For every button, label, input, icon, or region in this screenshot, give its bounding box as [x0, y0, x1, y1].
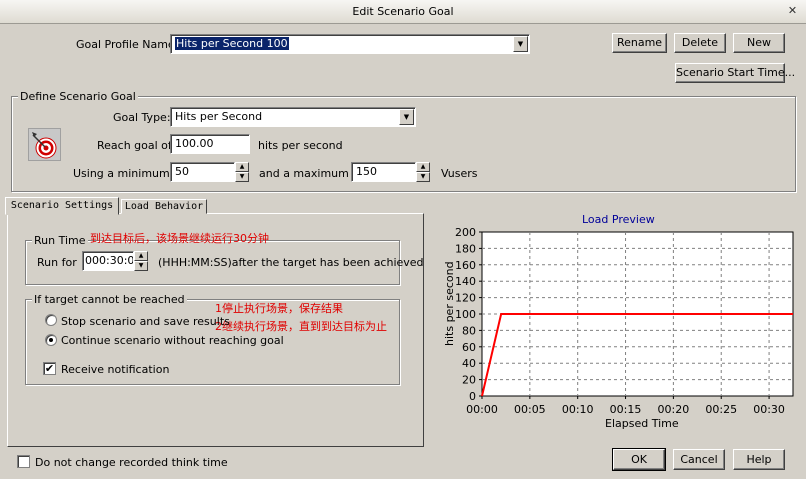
chart-ylabel: hits per second [442, 240, 456, 360]
runtime-annotation: 到达目标后，该场景继续运行30分钟 [90, 232, 269, 245]
target-icon [28, 128, 61, 161]
cancel-button[interactable]: Cancel [673, 449, 725, 470]
help-button[interactable]: Help [733, 449, 785, 470]
chart-y-tick-label: 140 [455, 275, 476, 288]
min-vusers-stepper[interactable]: ▲ ▼ [235, 162, 249, 182]
chart-y-tick-label: 180 [455, 242, 476, 255]
run-for-input[interactable]: 000:30:00 [82, 251, 134, 271]
dont-change-think-time-label: Do not change recorded think time [35, 456, 228, 469]
max-vusers-input[interactable]: 150 [351, 162, 416, 182]
scenario-start-time-button[interactable]: Scenario Start Time... [675, 63, 795, 83]
goal-profile-label: Goal Profile Name: [76, 38, 179, 51]
chart-x-tick-label: 00:05 [514, 403, 546, 416]
chart-y-tick-label: 80 [462, 324, 476, 337]
load-preview-chart: 0 20 40 60 80 100 120 140 160 180 200 00:00 00:05 00:… [455, 226, 794, 416]
chart-y-tick-label: 120 [455, 292, 476, 305]
chart-xlabel: Elapsed Time [605, 417, 679, 430]
rename-button[interactable]: Rename [612, 33, 667, 53]
chart-x-tick-label: 00:15 [610, 403, 642, 416]
goal-type-dropdown[interactable]: Hits per Second ▼ [170, 107, 416, 127]
chart-y-tick-label: 40 [462, 357, 476, 370]
max-vusers-stepper[interactable]: ▲ ▼ [416, 162, 430, 182]
window-title: Edit Scenario Goal [352, 5, 454, 18]
new-button[interactable]: New [733, 33, 785, 53]
close-icon[interactable]: ✕ [785, 4, 800, 19]
reach-goal-unit: hits per second [258, 139, 343, 152]
receive-notification-label: Receive notification [61, 363, 170, 376]
chart-x-tick-label: 00:30 [753, 403, 785, 416]
target-unreached-title: If target cannot be reached [32, 293, 187, 306]
chart-x-tick-label: 00:20 [658, 403, 690, 416]
chart-y-tick-label: 0 [469, 390, 476, 403]
tab-scenario-settings[interactable]: Scenario Settings [5, 197, 119, 215]
stop-scenario-label: Stop scenario and save results [61, 315, 230, 328]
chart-y-tick-label: 20 [462, 374, 476, 387]
stop-scenario-radio[interactable] [45, 314, 57, 326]
delete-button[interactable]: Delete [674, 33, 726, 53]
dont-change-think-time-checkbox[interactable] [17, 455, 30, 468]
min-vusers-label: Using a minimum of [73, 167, 184, 180]
reach-goal-label: Reach goal of [97, 139, 172, 152]
vusers-label: Vusers [441, 167, 478, 180]
run-for-stepper[interactable]: ▲ ▼ [134, 251, 148, 271]
chart-x-tick-label: 00:25 [705, 403, 737, 416]
chevron-down-icon[interactable]: ▼ [513, 36, 528, 52]
chart-y-tick-label: 160 [455, 259, 476, 272]
goal-type-value: Hits per Second [175, 110, 263, 123]
run-for-format: (HHH:MM:SS)after the target has been ach… [158, 256, 424, 269]
option2-annotation: 2继续执行场景，直到到达目标为止 [215, 320, 387, 333]
reach-goal-input[interactable]: 100.00 [170, 134, 250, 154]
chart-x-tick-label: 00:10 [562, 403, 594, 416]
chart-y-tick-label: 100 [455, 308, 476, 321]
goal-profile-value: Hits per Second 100 [175, 37, 289, 50]
goal-type-label: Goal Type: [113, 111, 171, 124]
chart-y-tick-label: 60 [462, 341, 476, 354]
continue-scenario-radio[interactable] [45, 334, 57, 346]
run-for-label: Run for [37, 256, 77, 269]
ok-button[interactable]: OK [612, 448, 666, 471]
continue-scenario-label: Continue scenario without reaching goal [61, 334, 284, 347]
min-vusers-input[interactable]: 50 [170, 162, 235, 182]
option1-annotation: 1停止执行场景，保存结果 [215, 302, 343, 315]
chart-x-tick-label: 00:00 [466, 403, 498, 416]
title-bar: Edit Scenario Goal ✕ [0, 0, 806, 24]
chart-y-tick-label: 200 [455, 226, 476, 239]
run-time-title: Run Time [32, 234, 88, 247]
tab-load-behavior[interactable]: Load Behavior [121, 199, 207, 214]
receive-notification-checkbox[interactable]: ✔ [43, 362, 56, 375]
define-goal-title: Define Scenario Goal [18, 90, 138, 103]
max-vusers-label: and a maximum of [259, 167, 363, 180]
chevron-down-icon[interactable]: ▼ [399, 109, 414, 125]
goal-profile-dropdown[interactable]: Hits per Second 100 ▼ [170, 34, 530, 54]
